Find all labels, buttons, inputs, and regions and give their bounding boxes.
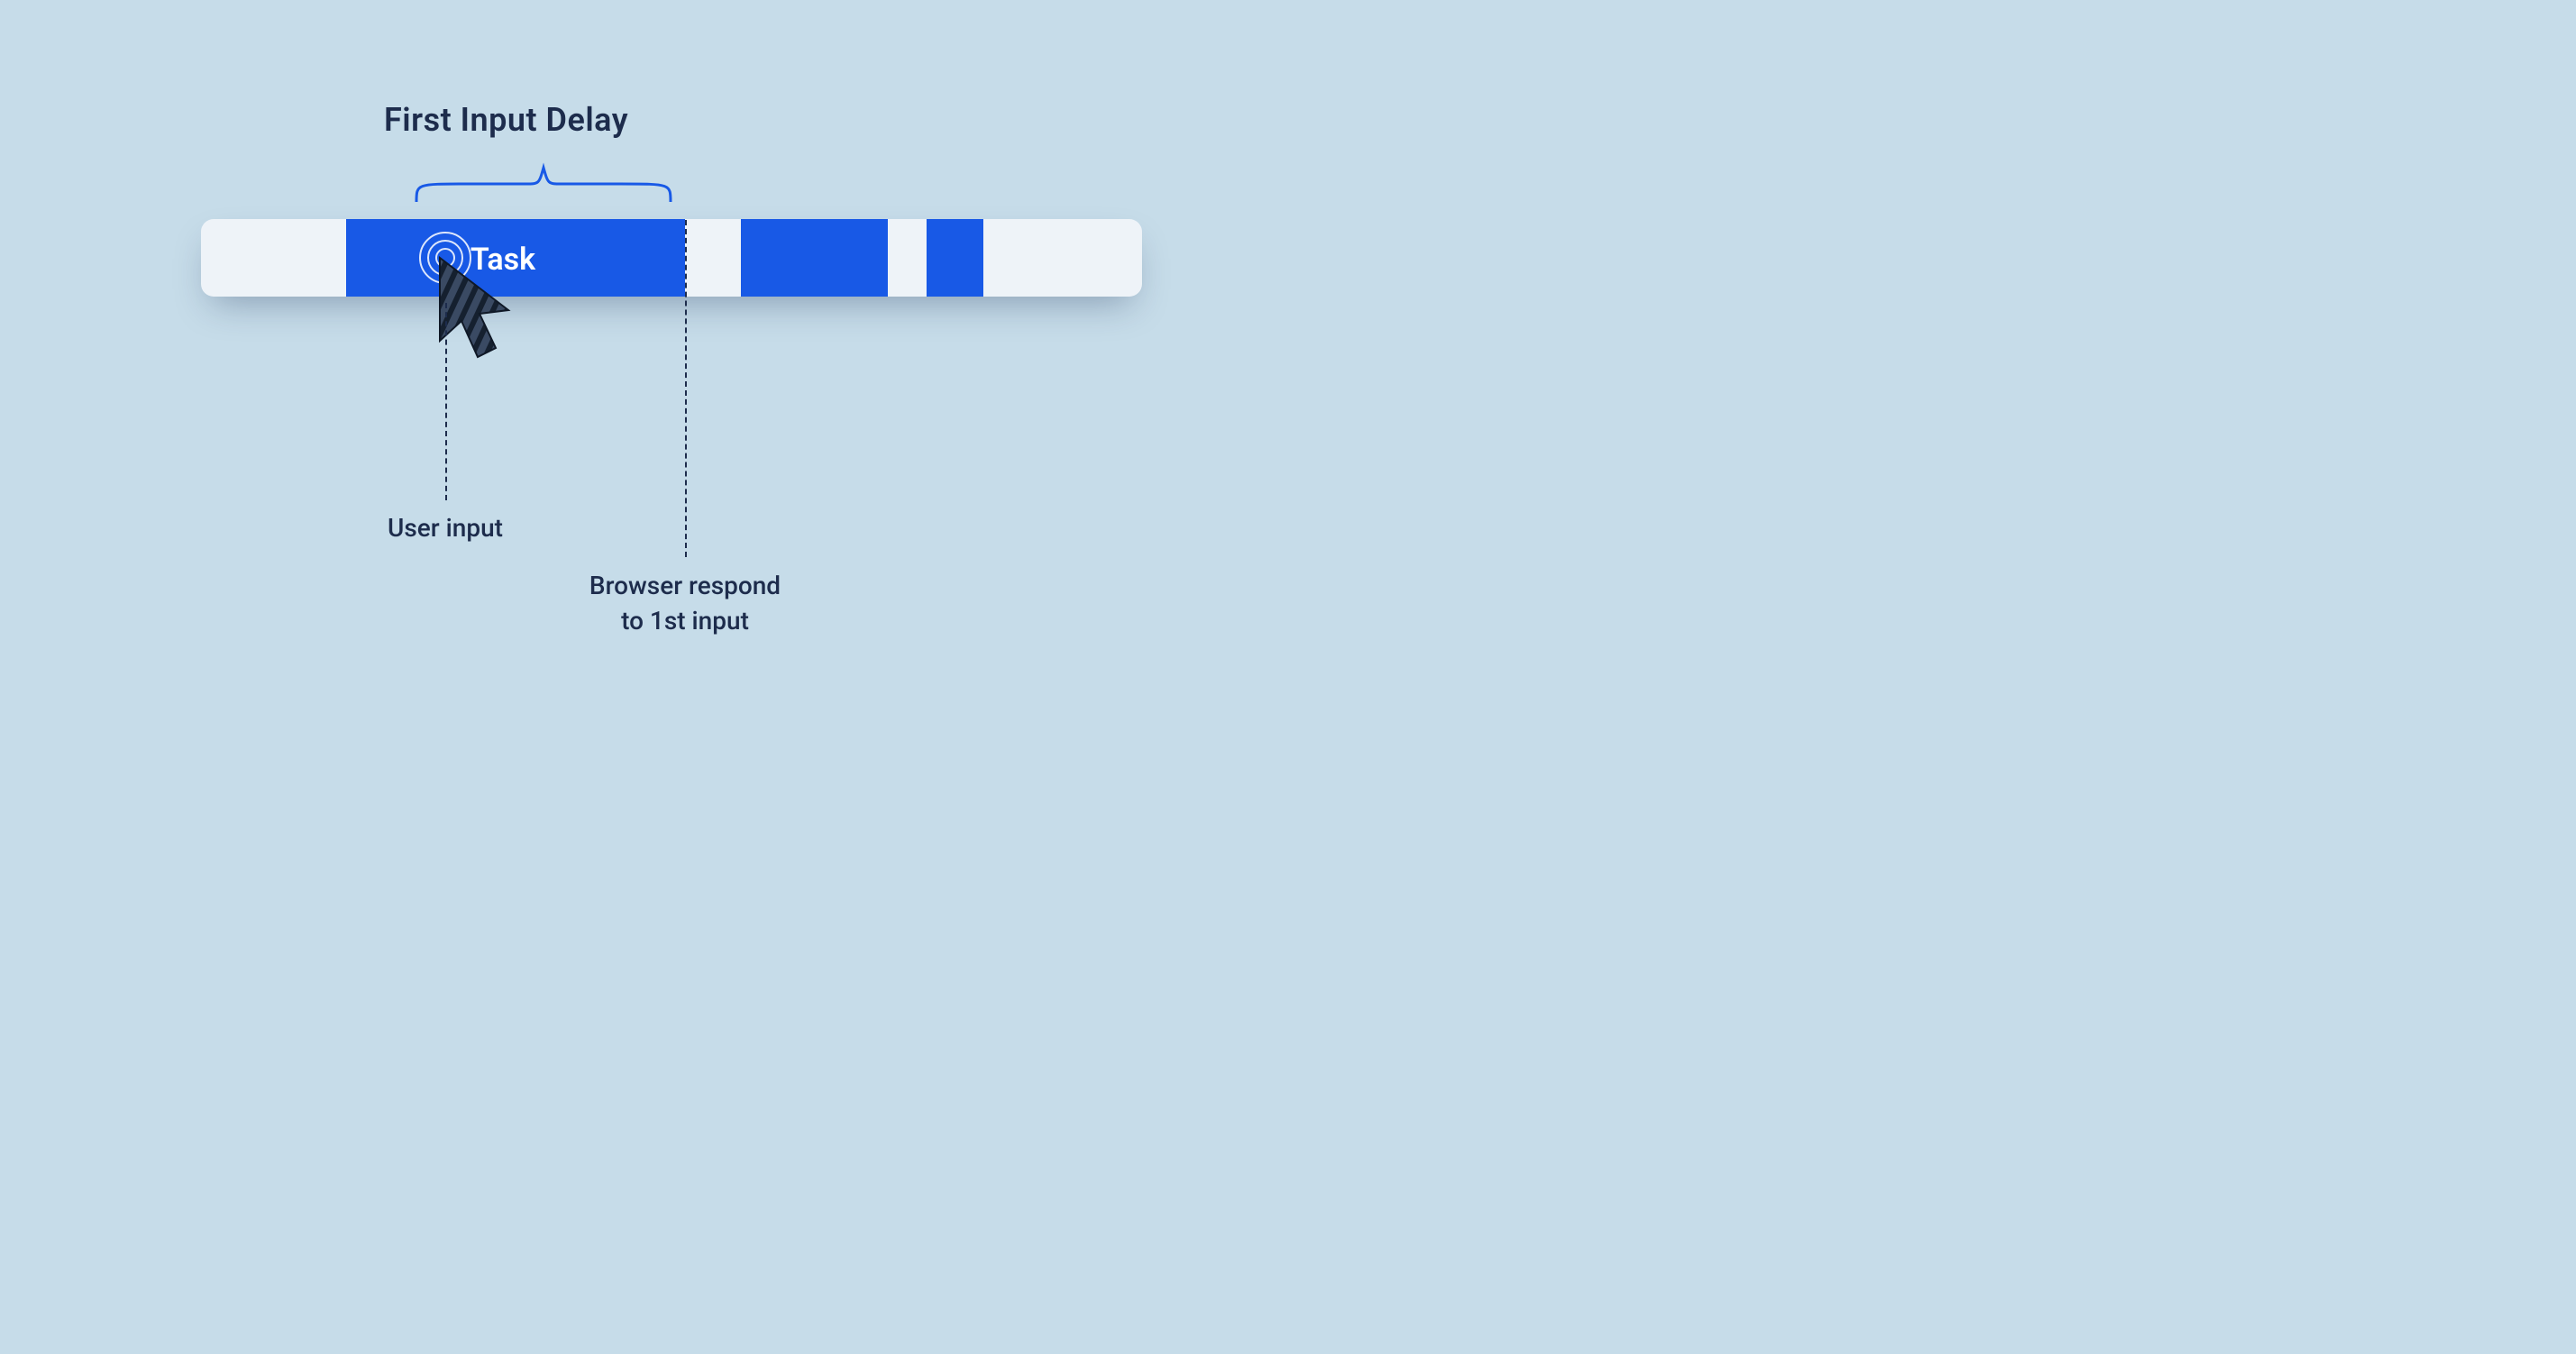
annotation-browser-respond-line1: Browser respond [589, 571, 781, 600]
annotation-browser-respond: Browser respond to 1st input [589, 568, 781, 638]
timeline-track [201, 219, 1142, 297]
cursor-arrow-icon [433, 254, 532, 371]
annotation-user-input: User input [388, 510, 503, 545]
annotation-browser-respond-line2: to 1st input [621, 606, 749, 636]
diagram-title: First Input Delay [384, 101, 628, 139]
diagram-canvas: First Input Delay Task User input Browse… [0, 0, 2576, 1354]
guide-line-browser-respond [685, 220, 687, 557]
task-block-2 [741, 219, 888, 297]
brace-icon [413, 160, 674, 206]
task-block-3 [927, 219, 983, 297]
guide-line-user-input [445, 303, 447, 500]
